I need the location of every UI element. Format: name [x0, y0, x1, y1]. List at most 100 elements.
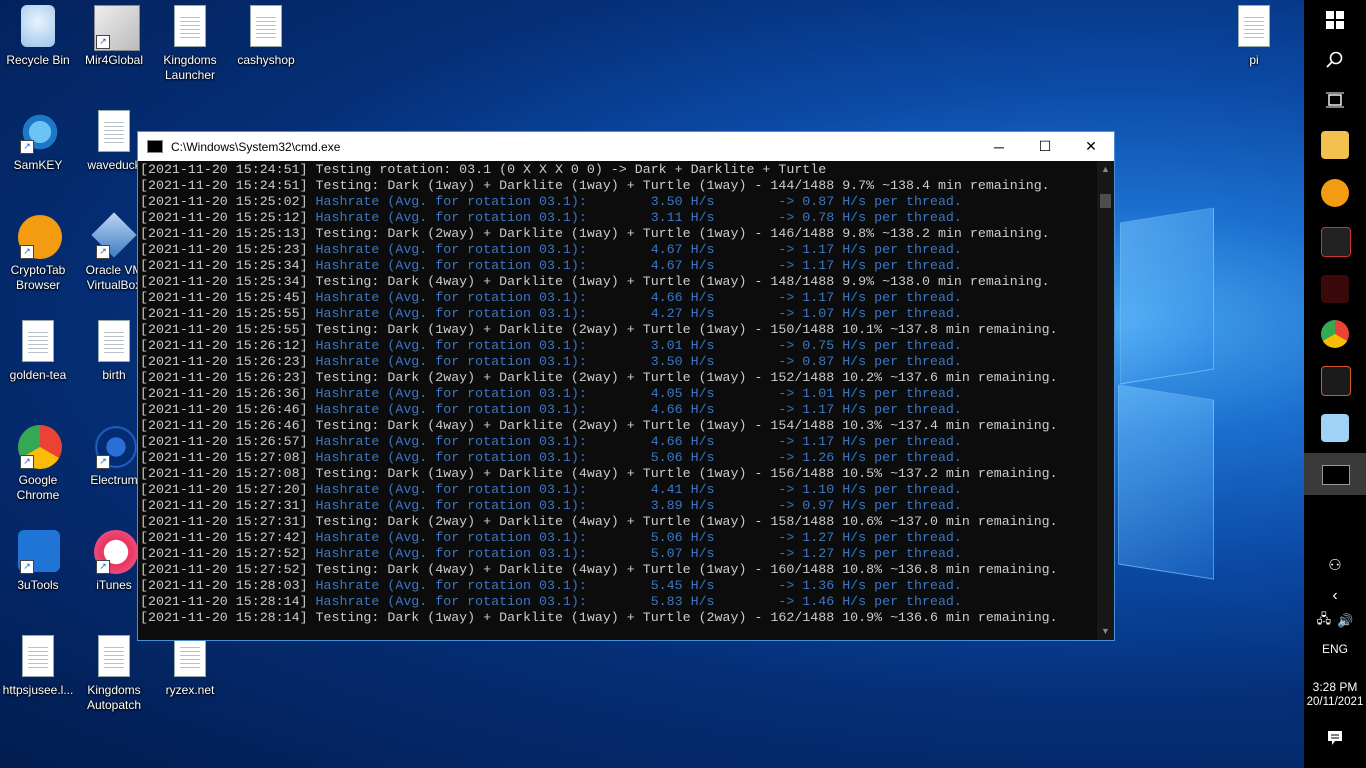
taskbar: ⚇ ‹ 🖧 🔊 ENG 3:28 PM 20/11/2021	[1304, 0, 1366, 768]
document-icon	[170, 635, 210, 679]
desktop-icon-label: Recycle Bin	[6, 53, 70, 67]
console-timestamp: [2021-11-20 15:26:36]	[140, 386, 308, 401]
task-view-icon	[1326, 92, 1344, 108]
document-icon	[18, 320, 58, 364]
hashrate-text: Hashrate (Avg. for rotation 03.1): 4.66 …	[307, 290, 962, 305]
hashrate-text: Hashrate (Avg. for rotation 03.1): 4.27 …	[307, 306, 962, 321]
desktop-icon[interactable]: Kingdoms Launcher	[152, 5, 228, 83]
desktop-icon[interactable]: ryzex.net	[152, 635, 228, 698]
testing-text: Testing: Dark (1way) + Darklite (1way) +…	[307, 178, 1050, 193]
close-button[interactable]: ✕	[1068, 132, 1114, 161]
hashrate-text: Hashrate (Avg. for rotation 03.1): 4.67 …	[307, 242, 962, 257]
desktop-icon-label: Mir4Global	[84, 53, 144, 67]
console-timestamp: [2021-11-20 15:26:23]	[140, 354, 308, 369]
desktop-icon-label: Google Chrome	[16, 473, 60, 502]
desktop-icon[interactable]: pi	[1216, 5, 1292, 68]
console-line: [2021-11-20 15:24:51] Testing rotation: …	[140, 162, 1097, 178]
desktop-icon[interactable]: httpsjusee.l...	[0, 635, 76, 698]
desktop-icon-label: 3uTools	[17, 578, 59, 592]
console-timestamp: [2021-11-20 15:27:31]	[140, 498, 308, 513]
console-line: [2021-11-20 15:27:52] Hashrate (Avg. for…	[140, 546, 1097, 562]
console-timestamp: [2021-11-20 15:25:45]	[140, 290, 308, 305]
testing-text: Testing: Dark (2way) + Darklite (4way) +…	[307, 514, 1058, 529]
game-app-icon[interactable]	[1321, 275, 1349, 303]
desktop-icon-label: Kingdoms Launcher	[163, 53, 217, 82]
desktop-icon[interactable]: ↗ SamKEY	[0, 110, 76, 173]
cmd-window[interactable]: C:\Windows\System32\cmd.exe ─ ☐ ✕ [2021-…	[137, 131, 1115, 641]
cmd-taskbar-item[interactable]	[1304, 453, 1366, 495]
search-button[interactable]	[1304, 40, 1366, 80]
console-timestamp: [2021-11-20 15:27:20]	[140, 482, 308, 497]
start-button[interactable]	[1304, 0, 1366, 40]
testing-text: Testing: Dark (4way) + Darklite (4way) +…	[307, 562, 1058, 577]
shortcut-arrow-icon: ↗	[96, 245, 110, 259]
desktop-icon[interactable]: ↗ 3uTools	[0, 530, 76, 593]
console-line: [2021-11-20 15:27:31] Hashrate (Avg. for…	[140, 498, 1097, 514]
hashrate-text: Hashrate (Avg. for rotation 03.1): 5.06 …	[307, 530, 962, 545]
testing-text: Testing: Dark (4way) + Darklite (2way) +…	[307, 418, 1058, 433]
console-line: [2021-11-20 15:25:45] Hashrate (Avg. for…	[140, 290, 1097, 306]
scroll-down-arrow-icon[interactable]: ▼	[1097, 623, 1114, 640]
cmd-icon	[1322, 465, 1350, 485]
console-line: [2021-11-20 15:25:02] Hashrate (Avg. for…	[140, 194, 1097, 210]
console-timestamp: [2021-11-20 15:25:55]	[140, 322, 308, 337]
clock-date[interactable]: 20/11/2021	[1304, 696, 1366, 708]
desktop-icon[interactable]: ↗ Google Chrome	[0, 425, 76, 503]
console-line: [2021-11-20 15:24:51] Testing: Dark (1wa…	[140, 178, 1097, 194]
clock-time[interactable]: 3:28 PM	[1304, 680, 1366, 694]
cryptotab-icon[interactable]	[1321, 179, 1349, 207]
key-icon: ↗	[18, 110, 62, 154]
desktop-icon-label: golden-tea	[9, 368, 67, 382]
file-explorer-icon[interactable]	[1321, 131, 1349, 159]
virtualbox-icon: ↗	[91, 212, 137, 259]
desktop-icon[interactable]: ↗ Mir4Global	[76, 5, 152, 68]
system-tray[interactable]: 🖧 🔊	[1304, 601, 1366, 641]
recycle-bin-icon	[18, 5, 58, 49]
action-center-button[interactable]	[1304, 718, 1366, 758]
hashrate-text: Hashrate (Avg. for rotation 03.1): 3.50 …	[307, 194, 962, 209]
hashrate-text: Hashrate (Avg. for rotation 03.1): 5.06 …	[307, 450, 962, 465]
console-line: [2021-11-20 15:25:55] Testing: Dark (1wa…	[140, 322, 1097, 338]
hashrate-text: Hashrate (Avg. for rotation 03.1): 5.07 …	[307, 546, 962, 561]
desktop-icon[interactable]: Kingdoms Autopatch	[76, 635, 152, 713]
notepad-icon[interactable]	[1321, 414, 1349, 442]
console-timestamp: [2021-11-20 15:25:02]	[140, 194, 308, 209]
mir4-icon[interactable]	[1321, 227, 1351, 257]
minimize-button[interactable]: ─	[976, 132, 1022, 161]
maximize-button[interactable]: ☐	[1022, 132, 1068, 161]
scroll-thumb[interactable]	[1100, 194, 1111, 208]
scroll-up-arrow-icon[interactable]: ▲	[1097, 161, 1114, 178]
app-icon[interactable]	[1321, 366, 1351, 396]
document-icon	[94, 110, 134, 154]
title-bar[interactable]: C:\Windows\System32\cmd.exe ─ ☐ ✕	[138, 132, 1114, 161]
document-icon	[170, 5, 210, 49]
notification-icon	[1328, 731, 1342, 745]
console-timestamp: [2021-11-20 15:28:14]	[140, 594, 308, 609]
desktop-icon[interactable]: Recycle Bin	[0, 5, 76, 68]
console-line: [2021-11-20 15:26:23] Hashrate (Avg. for…	[140, 354, 1097, 370]
console-line: [2021-11-20 15:27:42] Hashrate (Avg. for…	[140, 530, 1097, 546]
desktop-icon[interactable]: ↗ CryptoTab Browser	[0, 215, 76, 293]
hashrate-text: Hashrate (Avg. for rotation 03.1): 3.11 …	[307, 210, 962, 225]
shortcut-arrow-icon: ↗	[20, 245, 34, 259]
console-timestamp: [2021-11-20 15:27:52]	[140, 562, 308, 577]
document-icon	[18, 635, 58, 679]
console-line: [2021-11-20 15:25:12] Hashrate (Avg. for…	[140, 210, 1097, 226]
desktop-icon[interactable]: cashyshop	[228, 5, 304, 68]
shortcut-arrow-icon: ↗	[20, 560, 34, 574]
console-timestamp: [2021-11-20 15:25:55]	[140, 306, 308, 321]
network-icon: 🖧	[1316, 611, 1332, 626]
vertical-scrollbar[interactable]: ▲ ▼	[1097, 161, 1114, 640]
chrome-icon[interactable]	[1321, 320, 1349, 348]
console-line: [2021-11-20 15:27:08] Testing: Dark (1wa…	[140, 466, 1097, 482]
hashrate-text: Hashrate (Avg. for rotation 03.1): 3.50 …	[307, 354, 962, 369]
hashrate-text: Hashrate (Avg. for rotation 03.1): 5.83 …	[307, 594, 962, 609]
hashrate-text: Hashrate (Avg. for rotation 03.1): 4.05 …	[307, 386, 962, 401]
desktop-icon[interactable]: golden-tea	[0, 320, 76, 383]
language-indicator[interactable]: ENG	[1304, 642, 1366, 656]
console-output[interactable]: [2021-11-20 15:24:51] Testing rotation: …	[138, 161, 1097, 640]
console-line: [2021-11-20 15:26:46] Hashrate (Avg. for…	[140, 402, 1097, 418]
document-icon	[94, 320, 134, 364]
task-view-button[interactable]	[1304, 80, 1366, 120]
console-timestamp: [2021-11-20 15:25:13]	[140, 226, 308, 241]
